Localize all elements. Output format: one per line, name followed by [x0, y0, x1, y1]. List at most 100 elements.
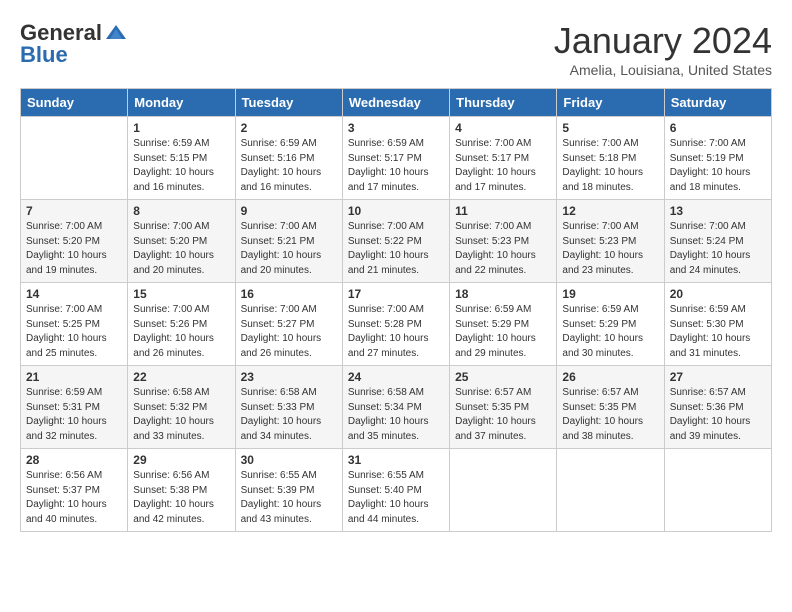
table-row: 24 Sunrise: 6:58 AMSunset: 5:34 PMDayligh…: [342, 366, 449, 449]
day-info: Sunrise: 6:59 AMSunset: 5:15 PMDaylight:…: [133, 137, 229, 195]
day-number: 16: [241, 287, 337, 301]
day-number: 27: [670, 370, 766, 384]
table-row: [557, 449, 664, 532]
table-row: 8 Sunrise: 7:00 AMSunset: 5:20 PMDaylight…: [128, 200, 235, 283]
logo: General Blue: [20, 20, 128, 68]
header-thursday: Thursday: [450, 89, 557, 117]
day-number: 12: [562, 204, 658, 218]
day-info: Sunrise: 7:00 AMSunset: 5:27 PMDaylight:…: [241, 303, 337, 361]
day-number: 24: [348, 370, 444, 384]
title-block: January 2024 Amelia, Louisiana, United S…: [554, 20, 772, 78]
day-info: Sunrise: 6:59 AMSunset: 5:29 PMDaylight:…: [562, 303, 658, 361]
day-number: 3: [348, 121, 444, 135]
page-header: General Blue January 2024 Amelia, Louisi…: [20, 20, 772, 78]
day-number: 10: [348, 204, 444, 218]
table-row: 9 Sunrise: 7:00 AMSunset: 5:21 PMDaylight…: [235, 200, 342, 283]
day-info: Sunrise: 6:59 AMSunset: 5:30 PMDaylight:…: [670, 303, 766, 361]
day-number: 5: [562, 121, 658, 135]
day-info: Sunrise: 6:58 AMSunset: 5:32 PMDaylight:…: [133, 386, 229, 444]
table-row: 27 Sunrise: 6:57 AMSunset: 5:36 PMDayligh…: [664, 366, 771, 449]
header-tuesday: Tuesday: [235, 89, 342, 117]
calendar-week-row: 21Sunrise: 6:59 AMSunset: 5:31 PMDayligh…: [21, 366, 772, 449]
day-info: Sunrise: 6:59 AMSunset: 5:17 PMDaylight:…: [348, 137, 444, 195]
table-row: 5 Sunrise: 7:00 AMSunset: 5:18 PMDaylight…: [557, 117, 664, 200]
day-info: Sunrise: 6:58 AMSunset: 5:34 PMDaylight:…: [348, 386, 444, 444]
table-row: 19 Sunrise: 6:59 AMSunset: 5:29 PMDayligh…: [557, 283, 664, 366]
day-info: Sunrise: 6:55 AMSunset: 5:39 PMDaylight:…: [241, 469, 337, 527]
days-header-row: Sunday Monday Tuesday Wednesday Thursday…: [21, 89, 772, 117]
day-info: Sunrise: 6:56 AMSunset: 5:38 PMDaylight:…: [133, 469, 229, 527]
day-info: Sunrise: 7:00 AMSunset: 5:26 PMDaylight:…: [133, 303, 229, 361]
day-info: Sunrise: 7:00 AMSunset: 5:20 PMDaylight:…: [26, 220, 122, 278]
day-info: Sunrise: 7:00 AMSunset: 5:18 PMDaylight:…: [562, 137, 658, 195]
day-number: 17: [348, 287, 444, 301]
day-number: 30: [241, 453, 337, 467]
day-number: 1: [133, 121, 229, 135]
day-number: 22: [133, 370, 229, 384]
day-number: 23: [241, 370, 337, 384]
table-row: [450, 449, 557, 532]
day-info: Sunrise: 6:59 AMSunset: 5:31 PMDaylight:…: [26, 386, 122, 444]
table-row: 25Sunrise: 6:57 AMSunset: 5:35 PMDayligh…: [450, 366, 557, 449]
table-row: 4 Sunrise: 7:00 AMSunset: 5:17 PMDaylight…: [450, 117, 557, 200]
table-row: 30 Sunrise: 6:55 AMSunset: 5:39 PMDayligh…: [235, 449, 342, 532]
calendar-week-row: 14Sunrise: 7:00 AMSunset: 5:25 PMDayligh…: [21, 283, 772, 366]
day-info: Sunrise: 7:00 AMSunset: 5:24 PMDaylight:…: [670, 220, 766, 278]
table-row: 14Sunrise: 7:00 AMSunset: 5:25 PMDayligh…: [21, 283, 128, 366]
day-number: 25: [455, 370, 551, 384]
table-row: 17Sunrise: 7:00 AMSunset: 5:28 PMDayligh…: [342, 283, 449, 366]
day-info: Sunrise: 6:55 AMSunset: 5:40 PMDaylight:…: [348, 469, 444, 527]
day-number: 14: [26, 287, 122, 301]
day-info: Sunrise: 7:00 AMSunset: 5:17 PMDaylight:…: [455, 137, 551, 195]
calendar-table: Sunday Monday Tuesday Wednesday Thursday…: [20, 88, 772, 532]
day-info: Sunrise: 6:58 AMSunset: 5:33 PMDaylight:…: [241, 386, 337, 444]
header-saturday: Saturday: [664, 89, 771, 117]
table-row: 13 Sunrise: 7:00 AMSunset: 5:24 PMDayligh…: [664, 200, 771, 283]
day-info: Sunrise: 7:00 AMSunset: 5:23 PMDaylight:…: [562, 220, 658, 278]
day-number: 18: [455, 287, 551, 301]
table-row: 1 Sunrise: 6:59 AMSunset: 5:15 PMDaylight…: [128, 117, 235, 200]
calendar-week-row: 7Sunrise: 7:00 AMSunset: 5:20 PMDaylight…: [21, 200, 772, 283]
table-row: 3 Sunrise: 6:59 AMSunset: 5:17 PMDaylight…: [342, 117, 449, 200]
table-row: 15 Sunrise: 7:00 AMSunset: 5:26 PMDayligh…: [128, 283, 235, 366]
calendar-week-row: 28Sunrise: 6:56 AMSunset: 5:37 PMDayligh…: [21, 449, 772, 532]
header-sunday: Sunday: [21, 89, 128, 117]
day-number: 31: [348, 453, 444, 467]
month-title: January 2024: [554, 20, 772, 62]
day-number: 11: [455, 204, 551, 218]
day-number: 13: [670, 204, 766, 218]
day-info: Sunrise: 6:57 AMSunset: 5:36 PMDaylight:…: [670, 386, 766, 444]
logo-icon: [104, 21, 128, 45]
table-row: 11Sunrise: 7:00 AMSunset: 5:23 PMDayligh…: [450, 200, 557, 283]
day-number: 9: [241, 204, 337, 218]
day-number: 20: [670, 287, 766, 301]
location: Amelia, Louisiana, United States: [554, 62, 772, 78]
day-number: 29: [133, 453, 229, 467]
logo-blue: Blue: [20, 42, 68, 68]
calendar-week-row: 1 Sunrise: 6:59 AMSunset: 5:15 PMDaylight…: [21, 117, 772, 200]
table-row: 10 Sunrise: 7:00 AMSunset: 5:22 PMDayligh…: [342, 200, 449, 283]
day-info: Sunrise: 7:00 AMSunset: 5:22 PMDaylight:…: [348, 220, 444, 278]
table-row: 23 Sunrise: 6:58 AMSunset: 5:33 PMDayligh…: [235, 366, 342, 449]
table-row: 7Sunrise: 7:00 AMSunset: 5:20 PMDaylight…: [21, 200, 128, 283]
day-info: Sunrise: 7:00 AMSunset: 5:20 PMDaylight:…: [133, 220, 229, 278]
table-row: 29 Sunrise: 6:56 AMSunset: 5:38 PMDayligh…: [128, 449, 235, 532]
table-row: 2Sunrise: 6:59 AMSunset: 5:16 PMDaylight…: [235, 117, 342, 200]
day-number: 6: [670, 121, 766, 135]
day-number: 8: [133, 204, 229, 218]
day-number: 15: [133, 287, 229, 301]
table-row: 28Sunrise: 6:56 AMSunset: 5:37 PMDayligh…: [21, 449, 128, 532]
table-row: 6Sunrise: 7:00 AMSunset: 5:19 PMDaylight…: [664, 117, 771, 200]
day-number: 4: [455, 121, 551, 135]
table-row: 26Sunrise: 6:57 AMSunset: 5:35 PMDayligh…: [557, 366, 664, 449]
header-wednesday: Wednesday: [342, 89, 449, 117]
day-number: 28: [26, 453, 122, 467]
day-number: 26: [562, 370, 658, 384]
table-row: 22 Sunrise: 6:58 AMSunset: 5:32 PMDayligh…: [128, 366, 235, 449]
day-info: Sunrise: 7:00 AMSunset: 5:21 PMDaylight:…: [241, 220, 337, 278]
header-friday: Friday: [557, 89, 664, 117]
day-number: 19: [562, 287, 658, 301]
table-row: [21, 117, 128, 200]
day-info: Sunrise: 6:59 AMSunset: 5:16 PMDaylight:…: [241, 137, 337, 195]
table-row: [664, 449, 771, 532]
